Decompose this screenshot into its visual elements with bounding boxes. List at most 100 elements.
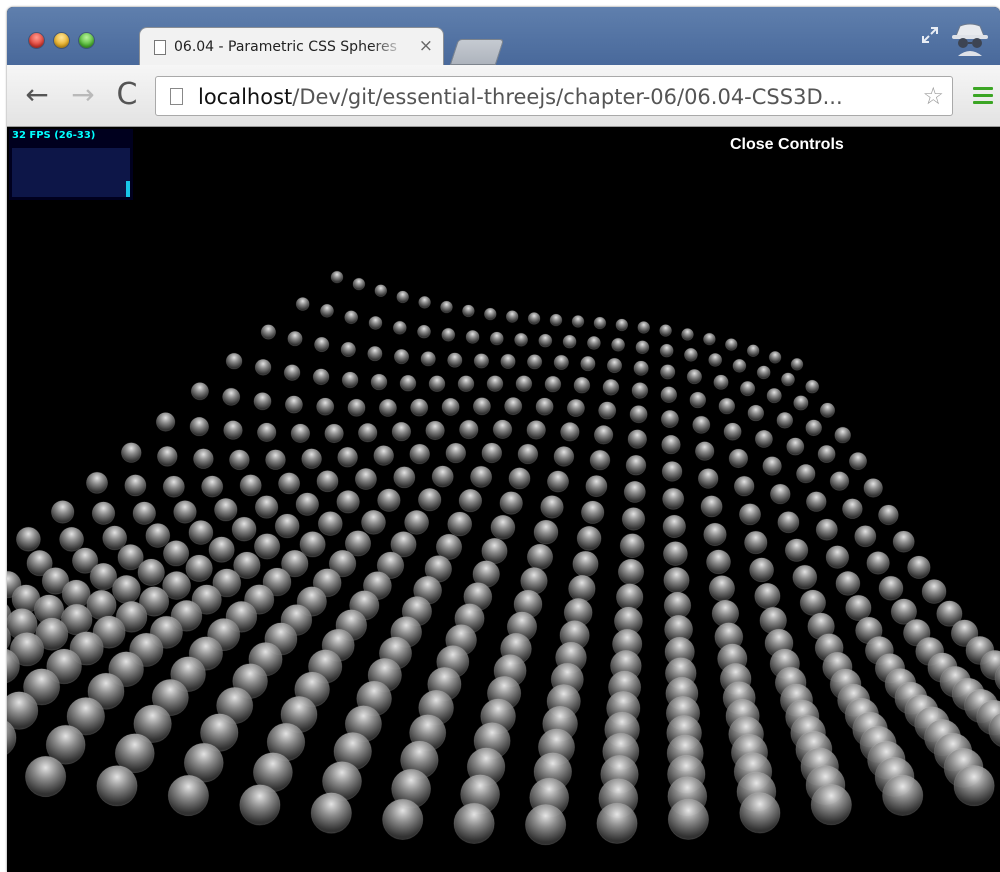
sphere (754, 429, 773, 448)
address-bar[interactable]: localhost/Dev/git/essential-threejs/chap… (155, 76, 953, 116)
sphere (51, 500, 75, 524)
sphere (344, 310, 359, 325)
sphere (312, 368, 330, 386)
webgl-viewport[interactable]: 32 FPS (26-33) Close Controls (7, 127, 1000, 872)
sphere (481, 537, 508, 565)
sphere (568, 574, 596, 603)
sphere (336, 490, 360, 514)
sphere (776, 411, 794, 429)
new-tab-button[interactable] (449, 39, 505, 65)
minimize-window-button[interactable] (54, 33, 69, 48)
sphere (749, 557, 774, 583)
sphere (404, 509, 430, 535)
sphere (155, 412, 176, 432)
sphere (370, 373, 388, 391)
sphere (746, 344, 760, 358)
sphere (96, 765, 138, 807)
tab-active[interactable]: 06.04 - Parametric CSS Spheres × (139, 27, 444, 67)
sphere (754, 582, 781, 610)
sphere (382, 798, 424, 841)
sphere (815, 518, 838, 541)
sphere (713, 374, 729, 390)
sphere (703, 522, 727, 547)
sphere (157, 445, 178, 467)
forward-button[interactable]: → (67, 79, 99, 111)
sphere (393, 349, 410, 365)
sphere (661, 434, 681, 455)
sphere (799, 589, 827, 616)
sphere (703, 332, 716, 346)
sphere (562, 334, 577, 349)
sphere (524, 804, 567, 846)
sphere (819, 402, 836, 418)
sphere (225, 352, 243, 370)
sphere-grid-scene[interactable] (7, 127, 1000, 872)
url-path: /Dev/git/essential-threejs/chapter-06/06… (292, 85, 843, 109)
sphere (514, 332, 528, 347)
sphere (547, 470, 570, 493)
sphere (706, 549, 731, 575)
sphere (420, 351, 436, 367)
sphere (260, 324, 276, 340)
sphere (769, 483, 791, 505)
sphere (660, 409, 679, 428)
sphere (663, 591, 692, 620)
zoom-window-button[interactable] (79, 33, 94, 48)
sphere (540, 495, 564, 519)
sphere (544, 375, 562, 393)
sphere (805, 491, 827, 512)
sphere (692, 415, 711, 434)
close-controls-button[interactable]: Close Controls (730, 136, 844, 154)
sphere (526, 354, 543, 370)
sphere (367, 346, 383, 362)
sphere (786, 437, 805, 456)
fps-graph (12, 148, 130, 197)
close-window-button[interactable] (29, 33, 44, 48)
sphere (711, 599, 740, 628)
sphere (314, 336, 330, 353)
sphere (849, 452, 868, 471)
sphere (718, 397, 736, 415)
fps-stats-panel[interactable]: 32 FPS (26-33) (9, 129, 133, 200)
sphere (341, 371, 359, 389)
sphere (593, 316, 607, 330)
sphere (659, 343, 674, 358)
sphere (265, 449, 286, 471)
sphere (835, 570, 861, 596)
sphere (663, 541, 688, 567)
url-text[interactable]: localhost/Dev/git/essential-threejs/chap… (198, 84, 903, 110)
sphere (425, 420, 445, 441)
sphere (500, 353, 516, 369)
star-icon[interactable]: ☆ (922, 82, 944, 110)
sphere (508, 467, 531, 490)
sphere (505, 310, 519, 323)
reload-button[interactable]: C (111, 79, 143, 111)
menu-icon[interactable] (973, 87, 993, 105)
sphere (684, 347, 698, 362)
sphere (631, 382, 649, 399)
sphere (854, 525, 877, 548)
tab-close-icon[interactable]: × (419, 36, 433, 56)
sphere (777, 511, 800, 534)
fullscreen-icon[interactable] (920, 25, 940, 45)
sphere (287, 331, 303, 347)
sphere (472, 397, 491, 416)
sphere (571, 315, 585, 328)
sphere (299, 531, 326, 558)
sphere (825, 545, 850, 569)
sphere (324, 423, 344, 444)
browser-toolbar: ← → C localhost/Dev/git/essential-threej… (7, 65, 1000, 127)
sphere (189, 416, 210, 437)
sphere (137, 558, 165, 587)
sphere (173, 500, 197, 524)
sphere (91, 501, 116, 525)
back-button[interactable]: ← (21, 79, 53, 111)
sphere (295, 297, 310, 311)
sphere (193, 448, 214, 470)
sphere (700, 495, 723, 518)
sphere (310, 792, 352, 834)
sphere (301, 448, 322, 470)
sphere (61, 579, 91, 609)
sphere (866, 551, 890, 575)
sphere (208, 536, 235, 563)
